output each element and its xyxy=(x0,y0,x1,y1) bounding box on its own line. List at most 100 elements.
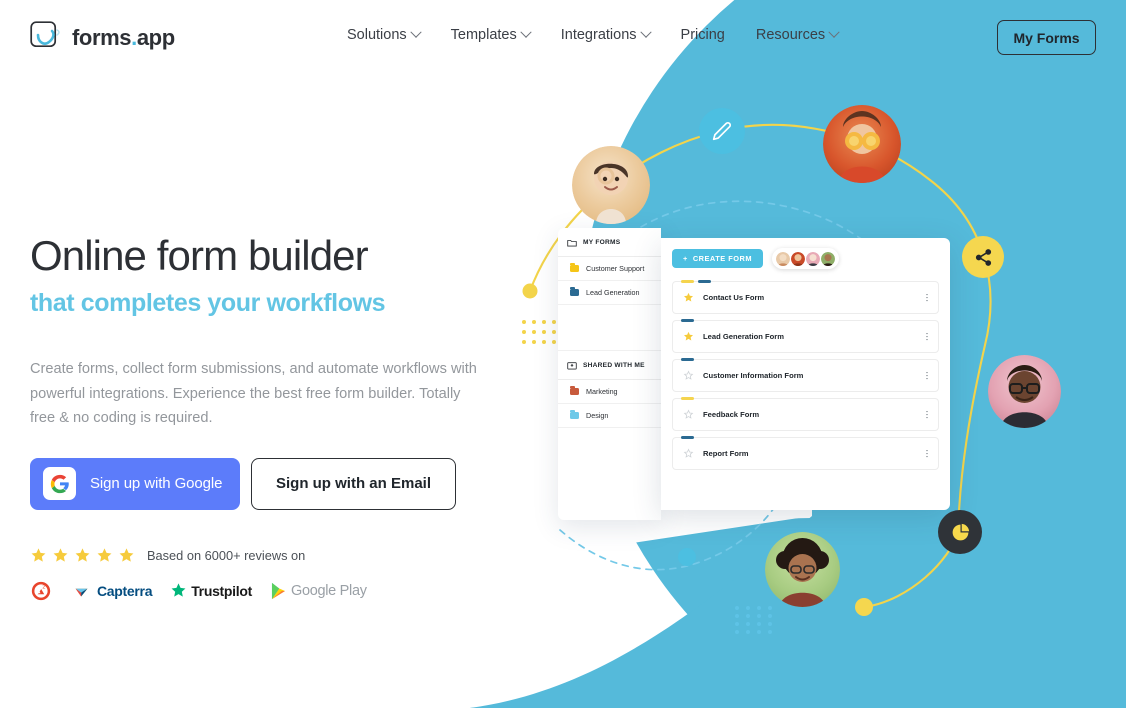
site-header: forms.app Solutions Templates Integratio… xyxy=(0,0,1126,74)
star-icon xyxy=(97,547,112,562)
nav-label: Pricing xyxy=(680,27,725,43)
chevron-down-icon xyxy=(639,26,652,38)
pie-chart-icon[interactable] xyxy=(938,510,982,554)
nav-label: Resources xyxy=(755,27,826,43)
table-row[interactable]: Contact Us Form xyxy=(672,280,939,314)
google-play-icon xyxy=(271,582,286,599)
form-name: Contact Us Form xyxy=(703,293,765,302)
signup-google-label: Sign up with Google xyxy=(90,475,223,493)
tag xyxy=(681,397,694,401)
signup-google-button[interactable]: Sign up with Google xyxy=(30,457,240,510)
table-row[interactable]: Lead Generation Form xyxy=(672,319,939,353)
g2-icon: 2 xyxy=(31,581,51,600)
row-menu-button[interactable] xyxy=(926,332,928,341)
sidebar-section-shared-with-me-header[interactable]: SHARED WITH ME xyxy=(558,351,661,380)
sidebar-item-lead-generation[interactable]: Lead Generation xyxy=(558,281,661,305)
table-row[interactable]: Customer Information Form xyxy=(672,358,939,392)
share-icon[interactable] xyxy=(962,236,1004,278)
pencil-glyph xyxy=(712,122,731,141)
sidebar-item-design[interactable]: Design xyxy=(558,404,661,428)
star-outline-icon[interactable] xyxy=(683,409,694,420)
star-icon xyxy=(119,547,134,562)
row-tags xyxy=(681,436,694,440)
landing-page: forms.app Solutions Templates Integratio… xyxy=(0,0,1126,708)
nav-label: Solutions xyxy=(347,27,407,43)
app-sidebar: MY FORMS Customer Support Lead Generatio… xyxy=(558,228,661,520)
badge-g2[interactable]: 2 xyxy=(30,580,56,602)
sidebar-item-customer-support[interactable]: Customer Support xyxy=(558,257,661,281)
trustpilot-star-icon xyxy=(171,583,186,597)
star-outline-icon[interactable] xyxy=(683,448,694,459)
yellow-dot-bottom xyxy=(855,598,873,616)
review-badges: 2 Capterra Trustpilot Google Play xyxy=(30,580,510,602)
table-row[interactable]: Report Form xyxy=(672,436,939,470)
star-filled-icon[interactable] xyxy=(683,331,694,342)
row-menu-button[interactable] xyxy=(926,449,928,458)
table-row[interactable]: Feedback Form xyxy=(672,397,939,431)
rating-row: Based on 6000+ reviews on xyxy=(30,547,510,564)
row-tags xyxy=(681,358,694,362)
sidebar-section-my-forms-header[interactable]: MY FORMS xyxy=(558,228,661,257)
hero-description: Create forms, collect form submissions, … xyxy=(30,361,477,427)
form-name: Feedback Form xyxy=(703,410,760,419)
cta-row: Sign up with Google Sign up with an Emai… xyxy=(30,457,510,510)
row-menu-button[interactable] xyxy=(926,293,928,302)
tag xyxy=(698,280,711,284)
nav-item-pricing[interactable]: Pricing xyxy=(681,27,741,43)
badge-google-play[interactable]: Google Play xyxy=(270,582,367,600)
avatar xyxy=(790,251,805,266)
sidebar-item-label: Lead Generation xyxy=(586,288,640,297)
star-outline-icon[interactable] xyxy=(683,370,694,381)
star-icon xyxy=(31,547,46,562)
hero-section: Online form builder that completes your … xyxy=(30,232,510,602)
page-title: Online form builder xyxy=(30,232,369,279)
nav-item-templates[interactable]: Templates xyxy=(451,26,546,43)
sidebar-section-title: MY FORMS xyxy=(583,239,621,246)
star-icon xyxy=(53,547,68,562)
sidebar-item-label: Design xyxy=(586,411,609,420)
badge-label: Capterra xyxy=(97,582,153,599)
chevron-down-icon xyxy=(828,26,840,38)
sidebar-item-label: Customer Support xyxy=(586,264,645,273)
tag xyxy=(681,319,694,323)
svg-text:2: 2 xyxy=(42,584,45,590)
avatar-person-oranges xyxy=(823,105,901,183)
rating-text: Based on 6000+ reviews on xyxy=(147,547,306,563)
blue-dot xyxy=(678,548,696,566)
sidebar-item-marketing[interactable]: Marketing xyxy=(558,380,661,404)
folder-icon xyxy=(570,286,579,297)
yellow-dot-left xyxy=(522,283,538,299)
nav-item-resources[interactable]: Resources xyxy=(755,26,854,43)
capterra-icon xyxy=(75,588,88,597)
pencil-icon[interactable] xyxy=(699,108,745,154)
sidebar-section-title: SHARED WITH ME xyxy=(583,362,645,369)
my-forms-button[interactable]: My Forms xyxy=(997,20,1096,55)
nav-item-solutions[interactable]: Solutions xyxy=(347,26,436,43)
nav-label: Integrations xyxy=(560,27,637,43)
chevron-down-icon xyxy=(409,26,422,38)
sidebar-spacer xyxy=(558,305,661,351)
logo-suffix: app xyxy=(136,24,175,50)
avatar-woman-curly-hair xyxy=(765,532,840,607)
tag xyxy=(681,436,694,440)
folder-icon xyxy=(570,385,579,396)
share-glyph xyxy=(975,248,991,266)
nav-item-integrations[interactable]: Integrations xyxy=(560,26,666,43)
avatar xyxy=(805,251,820,266)
signup-email-button[interactable]: Sign up with an Email xyxy=(251,457,456,510)
tag xyxy=(681,280,694,284)
shared-folder-icon xyxy=(567,362,577,370)
row-tags xyxy=(681,280,711,284)
collaborator-avatars[interactable] xyxy=(771,248,839,269)
create-form-button[interactable]: + CREATE FORM xyxy=(672,249,763,268)
star-filled-icon[interactable] xyxy=(683,292,694,303)
folder-outline-icon xyxy=(567,240,577,247)
avatar xyxy=(775,251,790,266)
row-menu-button[interactable] xyxy=(926,371,928,380)
forms-list: Contact Us Form Lead Generation Form Cus… xyxy=(672,280,939,470)
logo[interactable]: forms.app xyxy=(30,21,175,54)
row-menu-button[interactable] xyxy=(926,410,928,419)
badge-trustpilot[interactable]: Trustpilot xyxy=(170,582,252,599)
folder-icon xyxy=(570,262,579,273)
badge-capterra[interactable]: Capterra xyxy=(74,583,152,599)
